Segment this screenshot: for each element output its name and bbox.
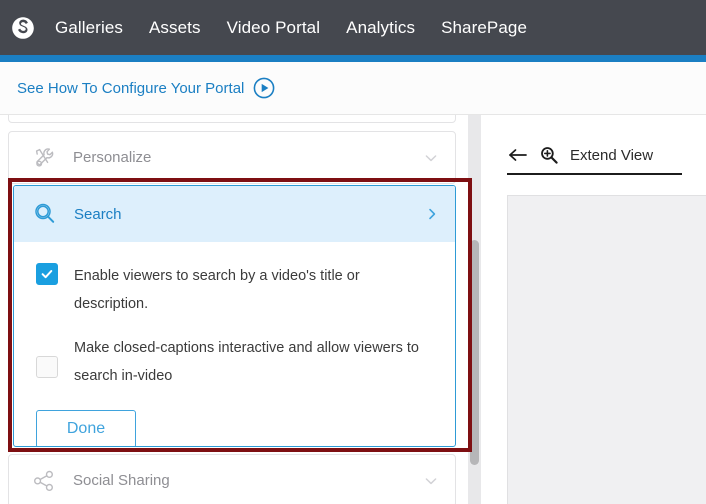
- search-option-row-closed-captions: Make closed-captions interactive and all…: [36, 334, 433, 390]
- chevron-down-icon[interactable]: [423, 473, 439, 489]
- accordion-personalize[interactable]: Personalize: [8, 131, 456, 184]
- magnifier-icon: [30, 199, 60, 229]
- checkbox-search-title-description[interactable]: [36, 263, 58, 285]
- accordion-social-sharing-label: Social Sharing: [73, 472, 170, 489]
- accordion-search-header[interactable]: Search: [14, 186, 455, 242]
- extend-view-panel: Extend View: [481, 115, 706, 504]
- accordion-card-above-partial[interactable]: [8, 115, 456, 123]
- play-circle-icon[interactable]: [253, 77, 275, 99]
- top-navigation-bar: Galleries Assets Video Portal Analytics …: [0, 0, 706, 55]
- checkbox-closed-captions-interactive[interactable]: [36, 356, 58, 378]
- accordion-search[interactable]: Search Enable viewers to search by a vid…: [13, 185, 456, 447]
- accordion-social-sharing-header[interactable]: Social Sharing: [9, 455, 455, 504]
- search-option-label-title-description: Enable viewers to search by a video's ti…: [74, 268, 360, 312]
- settings-accordion-panel: Personalize Search Enable viewers to sea…: [0, 115, 468, 504]
- vertical-scrollbar-thumb[interactable]: [470, 240, 479, 465]
- nav-accent-bar: [0, 55, 706, 62]
- nav-links: Galleries Assets Video Portal Analytics …: [42, 18, 540, 38]
- accordion-social-sharing[interactable]: Social Sharing: [8, 454, 456, 504]
- nav-link-galleries[interactable]: Galleries: [42, 18, 136, 38]
- accordion-personalize-label: Personalize: [73, 149, 152, 166]
- app-root: Galleries Assets Video Portal Analytics …: [0, 0, 706, 504]
- share-nodes-icon: [29, 466, 59, 496]
- extend-view-preview-area: [507, 195, 706, 504]
- nav-link-sharepage[interactable]: SharePage: [428, 18, 540, 38]
- brand-logo[interactable]: [4, 9, 42, 47]
- back-arrow-icon[interactable]: [507, 146, 529, 164]
- search-option-label-closed-captions: Make closed-captions interactive and all…: [74, 340, 419, 384]
- accordion-search-body: Enable viewers to search by a video's ti…: [14, 242, 455, 446]
- nav-link-video-portal[interactable]: Video Portal: [214, 18, 334, 38]
- swirl-s-logo-icon: [12, 16, 34, 39]
- nav-link-assets[interactable]: Assets: [136, 18, 214, 38]
- zoom-in-magnifier-icon[interactable]: [539, 145, 559, 165]
- done-button[interactable]: Done: [36, 410, 136, 446]
- chevron-down-icon[interactable]: [423, 150, 439, 166]
- tools-wrench-screwdriver-icon: [29, 143, 59, 173]
- accordion-personalize-header[interactable]: Personalize: [9, 132, 455, 183]
- configure-portal-link[interactable]: See How To Configure Your Portal: [17, 80, 244, 97]
- search-option-row-title-description: Enable viewers to search by a video's ti…: [36, 262, 433, 318]
- extend-view-title: Extend View: [570, 146, 654, 164]
- nav-link-analytics[interactable]: Analytics: [333, 18, 428, 38]
- extend-view-toolbar: Extend View: [507, 137, 682, 175]
- accordion-search-label: Search: [74, 205, 122, 223]
- chevron-right-icon[interactable]: [425, 207, 439, 221]
- configure-portal-banner: See How To Configure Your Portal: [0, 62, 706, 115]
